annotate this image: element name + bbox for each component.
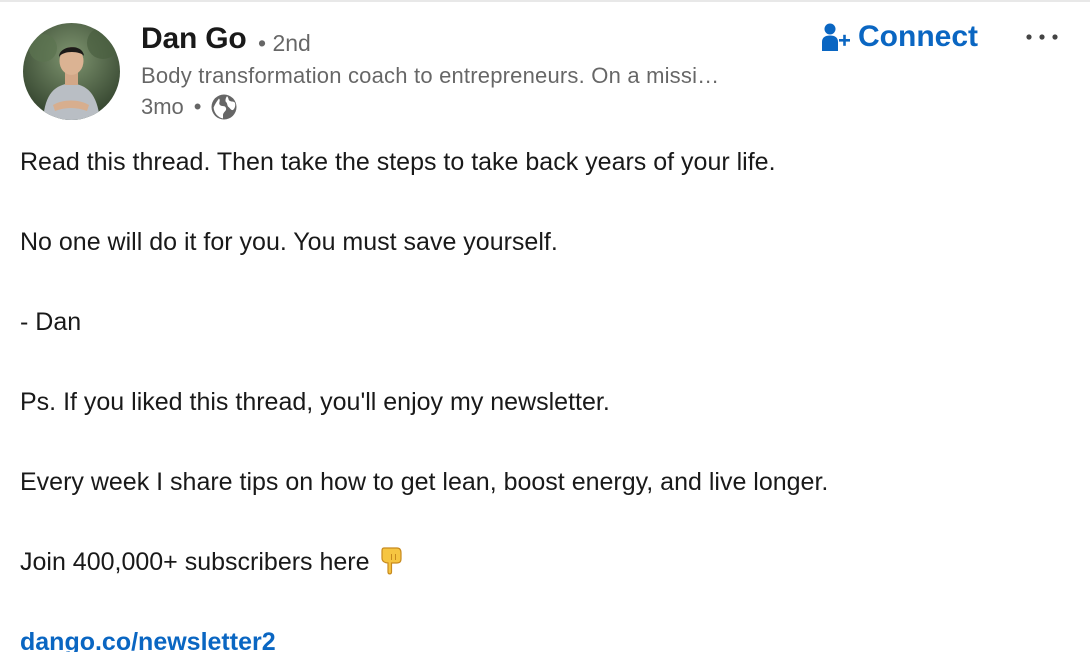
add-person-icon xyxy=(820,21,852,53)
degree-label: 2nd xyxy=(272,30,311,56)
post-paragraph-with-emoji: Join 400,000+ subscribers here xyxy=(20,542,1070,582)
author-name[interactable]: Dan Go xyxy=(141,22,247,56)
connect-label: Connect xyxy=(858,20,978,53)
more-options-icon xyxy=(1025,28,1059,46)
post-paragraph: Read this thread. Then take the steps to… xyxy=(20,148,776,176)
post-text: Read this thread. Then take the steps to… xyxy=(20,142,1070,652)
post-paragraph-text: Join 400,000+ subscribers here xyxy=(20,548,370,576)
newsletter-link[interactable]: dango.co/newsletter2 xyxy=(20,628,276,652)
globe-icon xyxy=(210,93,238,121)
post-paragraph: dango.co/newsletter2 xyxy=(20,622,1070,652)
connect-button[interactable]: Connect xyxy=(820,16,978,58)
post-paragraph: No one will do it for you. You must save… xyxy=(20,228,558,256)
post-meta: 3mo • xyxy=(141,92,238,122)
author-avatar[interactable] xyxy=(23,23,120,120)
author-headline: Body transformation coach to entrepreneu… xyxy=(141,63,720,88)
connection-degree: • 2nd xyxy=(258,30,311,56)
post-paragraph: - Dan xyxy=(20,308,82,336)
more-options-button[interactable] xyxy=(1022,20,1062,54)
pointing-down-hand-icon xyxy=(378,546,404,576)
post-paragraph: Ps. If you liked this thread, you'll enj… xyxy=(20,388,610,416)
meta-separator: • xyxy=(193,94,202,119)
post-time: 3mo xyxy=(141,94,184,119)
feed-post-card: Dan Go • 2nd Body transformation coach t… xyxy=(0,0,1090,652)
post-paragraph: Every week I share tips on how to get le… xyxy=(20,468,829,496)
